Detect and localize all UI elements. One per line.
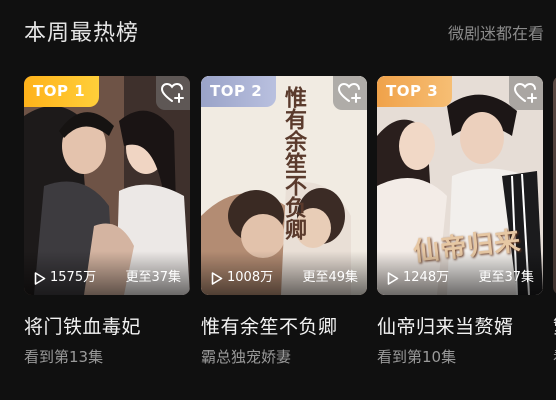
drama-card[interactable]: 惟有余笙不负卿 TOP 2 1008万 更至49集 惟有余笙不负卿 霸总独宠娇妻 bbox=[201, 76, 367, 368]
drama-title[interactable]: 将门铁血毒妃 bbox=[24, 314, 190, 340]
drama-progress: 看到第10集 bbox=[377, 348, 457, 366]
play-count: 1008万 bbox=[211, 269, 273, 287]
play-count-value: 1008万 bbox=[227, 270, 274, 285]
rank-badge: TOP 3 bbox=[377, 76, 453, 107]
drama-tagline: 霸总独宠娇妻 bbox=[201, 348, 292, 366]
drama-poster[interactable]: TOP 1 1575万 更至37集 bbox=[24, 76, 190, 295]
episode-count: 更至49集 bbox=[302, 270, 358, 285]
rank-badge: TOP 1 bbox=[24, 76, 100, 107]
heart-plus-icon bbox=[514, 82, 537, 103]
poster-stats-overlay: 1575万 更至37集 bbox=[24, 251, 190, 295]
play-icon bbox=[34, 271, 46, 285]
poster-title-art: 惟有余笙不负卿 bbox=[281, 86, 307, 240]
episode-count: 更至37集 bbox=[478, 270, 534, 285]
poster-stats-overlay: 1248万 更至37集 bbox=[377, 251, 543, 295]
drama-card-list: TOP 1 1575万 更至37集 将门铁血毒妃 看到第13集 惟有余笙不负卿 … bbox=[0, 76, 556, 396]
play-icon bbox=[211, 271, 223, 285]
drama-poster[interactable]: 惟有余笙不负卿 TOP 2 1008万 更至49集 bbox=[201, 76, 367, 295]
heart-plus-icon bbox=[338, 82, 361, 103]
hot-ranking-section: 本周最热榜 微剧迷都在看 TOP 1 1575万 更至37集 将门铁血毒妃 看到… bbox=[0, 0, 556, 400]
play-icon bbox=[387, 271, 399, 285]
drama-card[interactable]: TOP 1 1575万 更至37集 将门铁血毒妃 看到第13集 bbox=[24, 76, 190, 368]
play-count: 1248万 bbox=[387, 269, 449, 287]
section-subtitle: 微剧迷都在看 bbox=[447, 24, 544, 43]
drama-poster[interactable]: 仙帝归来 TOP 3 1248万 更至37集 bbox=[377, 76, 543, 295]
favorite-button[interactable] bbox=[509, 76, 543, 110]
play-count-value: 1248万 bbox=[403, 270, 450, 285]
drama-progress: 看到第13集 bbox=[24, 348, 104, 366]
play-count: 1575万 bbox=[34, 269, 96, 287]
drama-title[interactable]: 惟有余笙不负卿 bbox=[201, 314, 367, 340]
drama-title[interactable]: 仙帝归来当赘婿 bbox=[377, 314, 543, 340]
favorite-button[interactable] bbox=[333, 76, 367, 110]
section-title: 本周最热榜 bbox=[24, 21, 140, 46]
heart-plus-icon bbox=[161, 82, 184, 103]
episode-count: 更至37集 bbox=[125, 270, 181, 285]
rank-badge: TOP 2 bbox=[201, 76, 277, 107]
play-count-value: 1575万 bbox=[50, 270, 97, 285]
drama-card[interactable]: 仙帝归来 TOP 3 1248万 更至37集 仙帝归来当赘婿 看到第10集 bbox=[377, 76, 543, 368]
poster-stats-overlay: 1008万 更至49集 bbox=[201, 251, 367, 295]
favorite-button[interactable] bbox=[156, 76, 190, 110]
